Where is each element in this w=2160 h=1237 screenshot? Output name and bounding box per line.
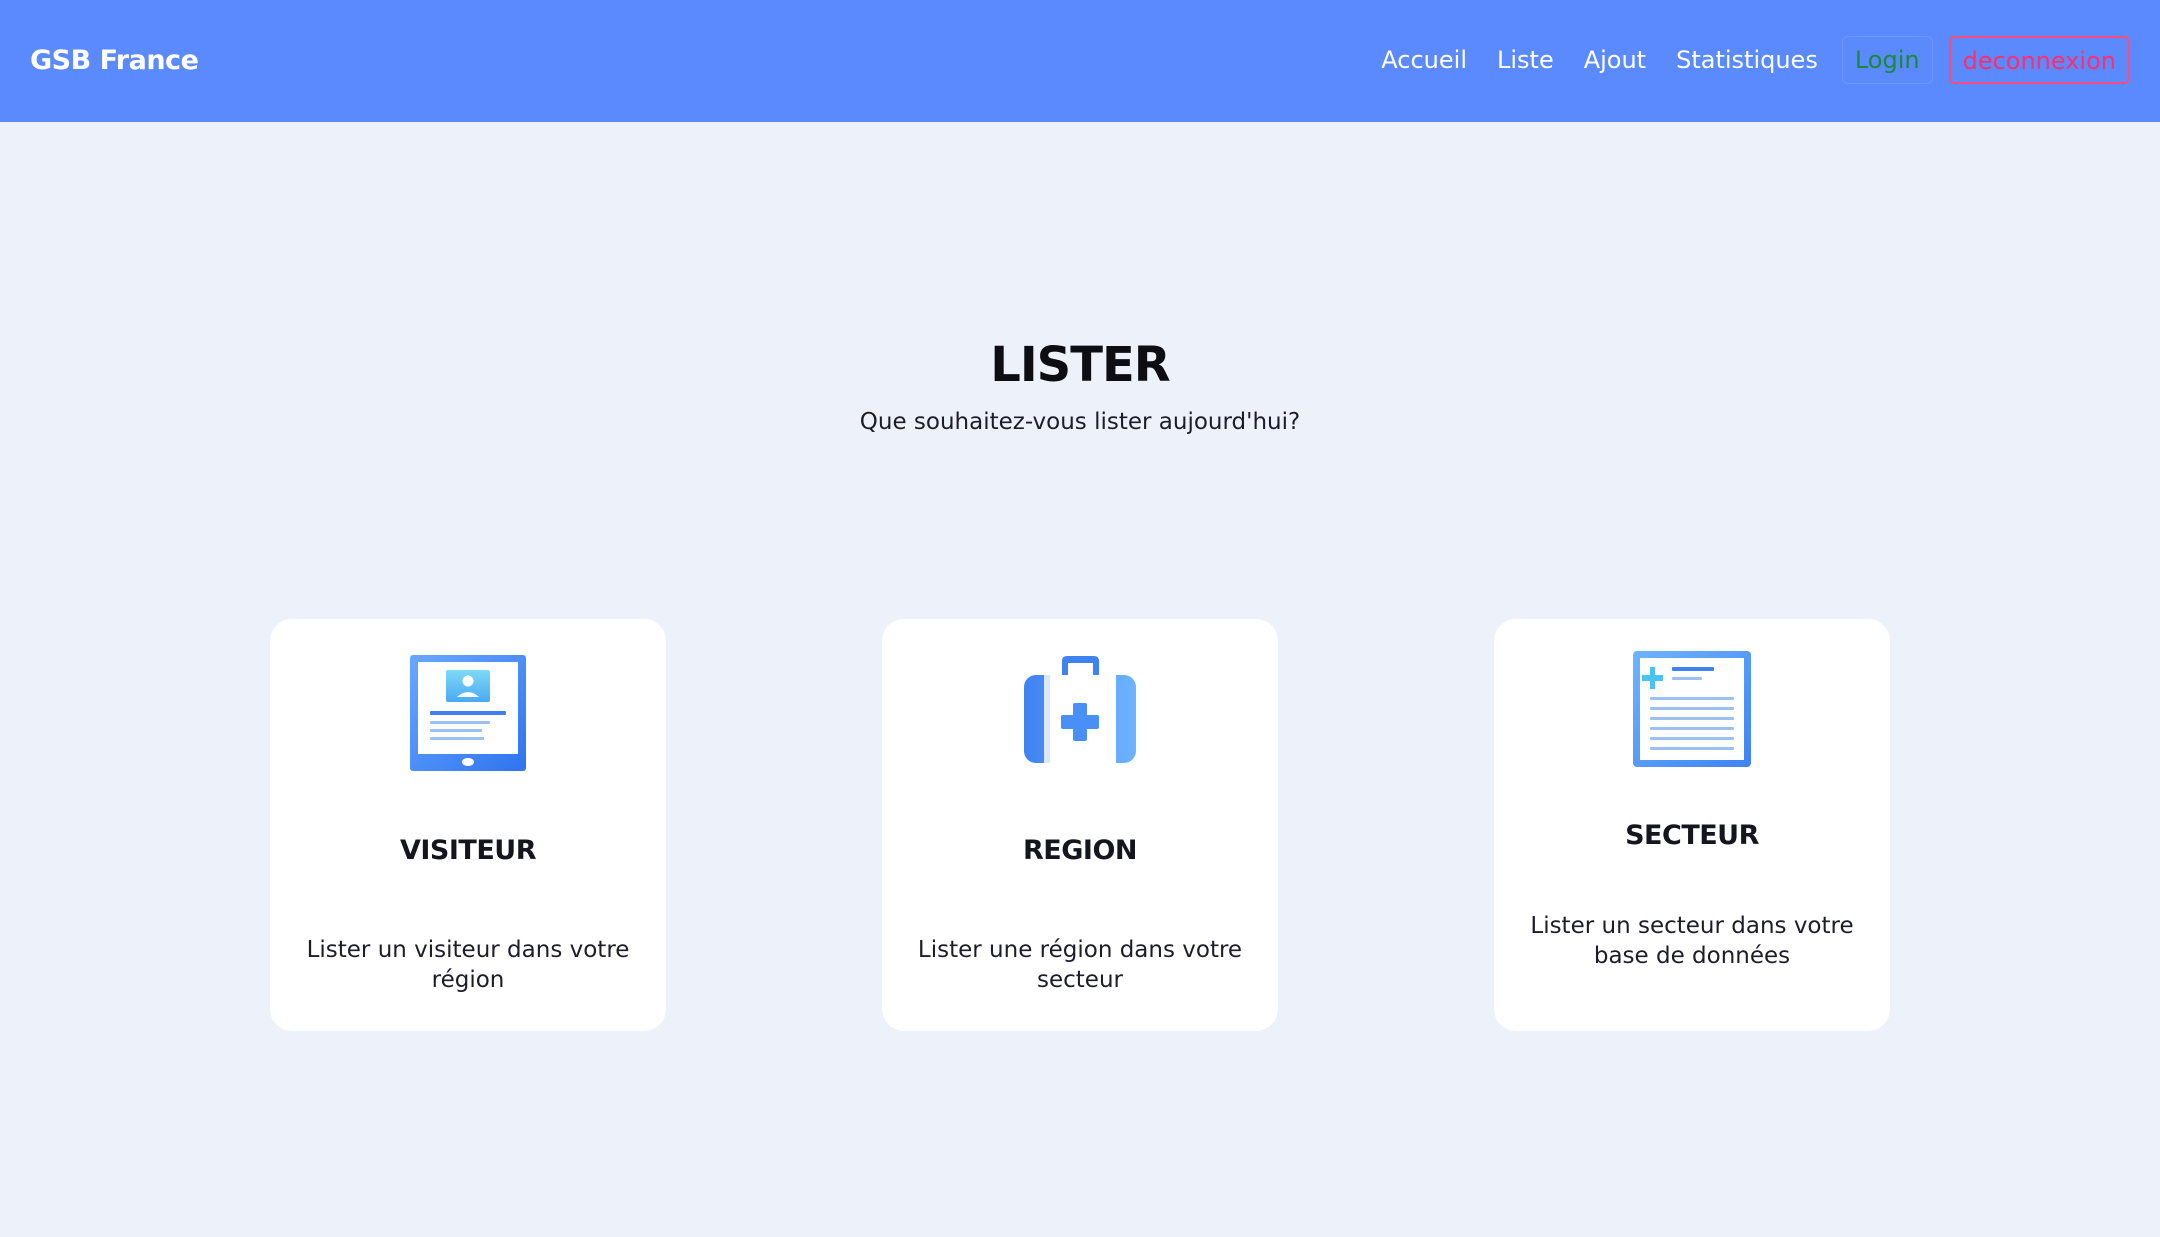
logout-button[interactable]: deconnexion bbox=[1948, 36, 2130, 84]
card-title: SECTEUR bbox=[1625, 820, 1759, 851]
nav-link-ajout[interactable]: Ajout bbox=[1584, 46, 1646, 74]
card-visiteur[interactable]: VISITEUR Lister un visiteur dans votre r… bbox=[270, 619, 666, 1031]
card-description: Lister un secteur dans votre base de don… bbox=[1530, 913, 1854, 969]
nav-link-statistiques[interactable]: Statistiques bbox=[1676, 46, 1818, 74]
navbar: GSB France Accueil Liste Ajout Statistiq… bbox=[0, 0, 2160, 122]
main-content: LISTER Que souhaitez-vous lister aujourd… bbox=[0, 122, 2160, 1237]
card-description: Lister une région dans votre secteur bbox=[917, 937, 1243, 993]
nav-links: Accueil Liste Ajout Statistiques Login d… bbox=[1381, 36, 2130, 84]
page-subtitle: Que souhaitez-vous lister aujourd'hui? bbox=[859, 409, 1301, 435]
brand-logo[interactable]: GSB France bbox=[30, 0, 199, 122]
tablet-profile-icon bbox=[406, 653, 530, 777]
nav-link-accueil[interactable]: Accueil bbox=[1381, 46, 1467, 74]
card-title: REGION bbox=[1023, 835, 1138, 866]
medical-document-icon bbox=[1630, 649, 1754, 773]
card-description: Lister un visiteur dans votre région bbox=[306, 937, 630, 993]
page-title: LISTER bbox=[990, 337, 1171, 393]
medical-kit-icon bbox=[1018, 653, 1142, 777]
nav-link-liste[interactable]: Liste bbox=[1497, 46, 1554, 74]
card-secteur[interactable]: SECTEUR Lister un secteur dans votre bas… bbox=[1494, 619, 1890, 1031]
card-title: VISITEUR bbox=[399, 835, 537, 866]
login-button[interactable]: Login bbox=[1841, 36, 1933, 84]
card-region[interactable]: REGION Lister une région dans votre sect… bbox=[882, 619, 1278, 1031]
